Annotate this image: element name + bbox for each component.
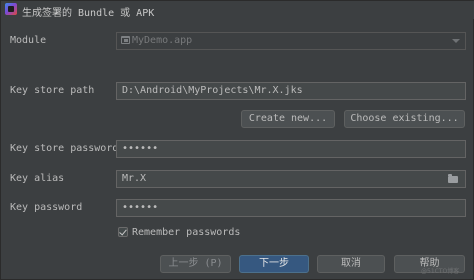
choose-existing-button[interactable]: Choose existing... bbox=[344, 110, 465, 128]
key-store-path-label: Key store path bbox=[10, 85, 95, 96]
sign-bundle-apk-dialog: 生成签署的 Bundle 或 APK Module MyDemo.app Key… bbox=[0, 0, 474, 280]
key-password-label: Key password bbox=[10, 202, 83, 213]
previous-button[interactable]: 上一步 (P) bbox=[160, 255, 231, 273]
folder-icon[interactable] bbox=[448, 174, 458, 183]
android-studio-icon bbox=[5, 3, 17, 15]
module-value: MyDemo.app bbox=[132, 35, 193, 46]
key-password-field[interactable]: •••••• bbox=[116, 199, 466, 217]
key-alias-field[interactable]: Mr.X bbox=[116, 170, 466, 188]
key-store-password-label: Key store password bbox=[10, 143, 119, 154]
key-store-password-value: •••••• bbox=[122, 143, 159, 154]
create-new-button[interactable]: Create new... bbox=[241, 110, 335, 128]
next-button[interactable]: 下一步 bbox=[239, 255, 309, 273]
remember-passwords-checkbox[interactable] bbox=[118, 227, 128, 237]
module-icon bbox=[121, 36, 131, 44]
module-label: Module bbox=[10, 35, 47, 46]
chevron-down-icon[interactable] bbox=[452, 39, 460, 43]
title-bar: 生成签署的 Bundle 或 APK bbox=[1, 1, 474, 19]
cancel-button[interactable]: 取消 bbox=[317, 255, 385, 273]
key-store-password-field[interactable]: •••••• bbox=[116, 140, 466, 158]
key-alias-value: Mr.X bbox=[122, 173, 147, 184]
key-alias-label: Key alias bbox=[10, 173, 65, 184]
window-title: 生成签署的 Bundle 或 APK bbox=[22, 8, 155, 19]
key-password-value: •••••• bbox=[122, 202, 159, 213]
key-store-path-field[interactable]: D:\Android\MyProjects\Mr.X.jks bbox=[116, 82, 466, 100]
remember-passwords-label: Remember passwords bbox=[132, 227, 241, 238]
watermark: @51CTO博客 bbox=[421, 268, 460, 275]
module-select[interactable]: MyDemo.app bbox=[116, 32, 466, 50]
key-store-path-value: D:\Android\MyProjects\Mr.X.jks bbox=[122, 85, 303, 96]
